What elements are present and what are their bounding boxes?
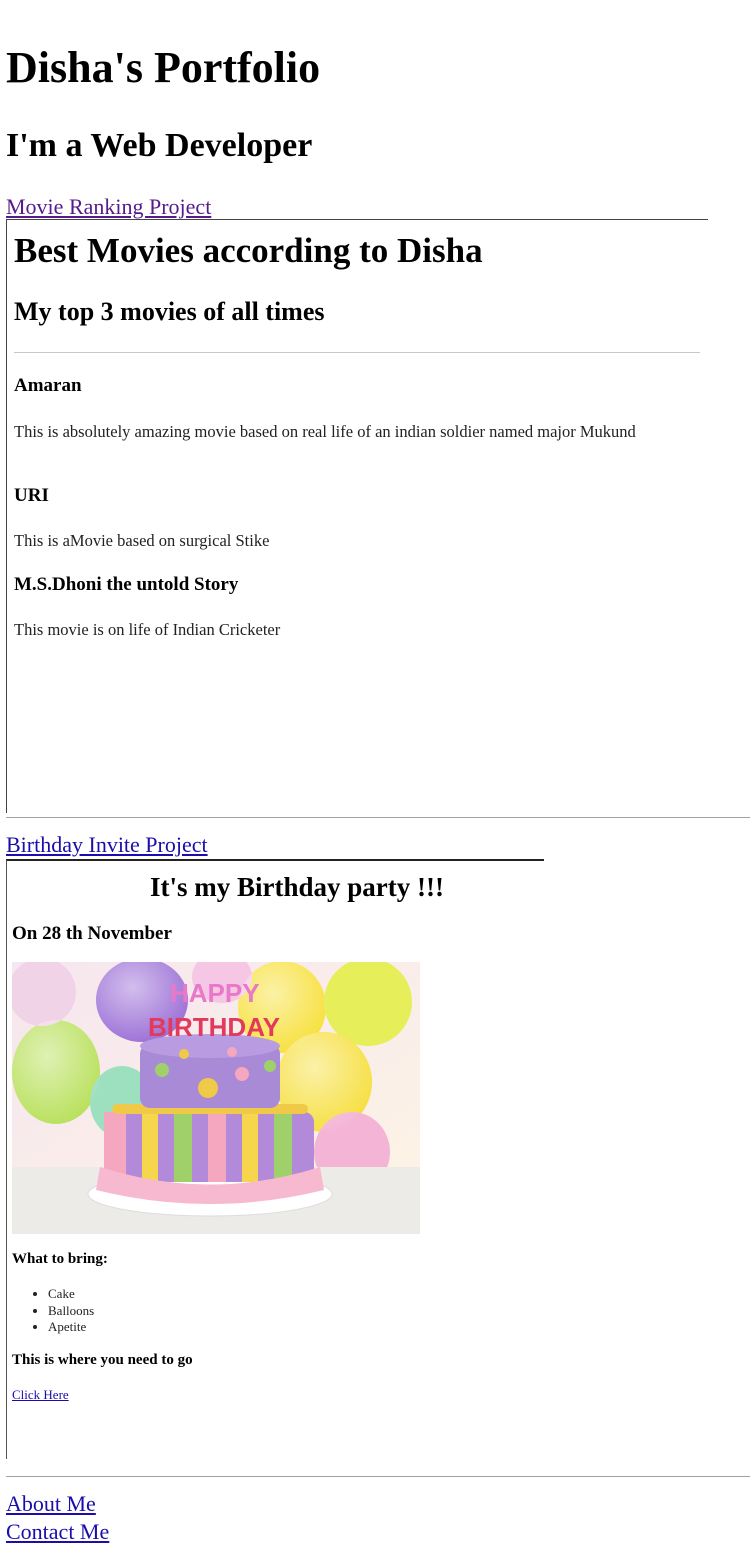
birthday-text: BIRTHDAY [148, 1012, 280, 1042]
movie-ranking-frame[interactable]: Best Movies according to Disha My top 3 … [6, 219, 708, 813]
movie-description: This is absolutely amazing movie based o… [14, 422, 636, 441]
movie-title: M.S.Dhoni the untold Story [14, 574, 239, 595]
location-heading: This is where you need to go [12, 1352, 193, 1368]
list-item: Cake [48, 1286, 94, 1303]
movie-title: URI [14, 485, 49, 506]
movie-page-subtitle: My top 3 movies of all times [14, 297, 325, 326]
page-title: Disha's Portfolio [6, 43, 321, 92]
movie-divider [14, 352, 700, 353]
birthday-invite-frame[interactable]: It's my Birthday party !!! On 28 th Nove… [6, 859, 544, 1459]
list-item: Apetite [48, 1319, 94, 1336]
birthday-invite-project-link[interactable]: Birthday Invite Project [6, 832, 208, 858]
what-to-bring-heading: What to bring: [12, 1251, 108, 1267]
birthday-cake-image: HAPPY BIRTHDAY [12, 962, 420, 1234]
bring-list: Cake Balloons Apetite [12, 1286, 94, 1336]
page-subtitle: I'm a Web Developer [6, 127, 313, 164]
location-link[interactable]: Click Here [12, 1387, 69, 1403]
movie-ranking-project-link[interactable]: Movie Ranking Project [6, 194, 211, 220]
section-divider [6, 817, 750, 818]
about-me-link[interactable]: About Me [6, 1491, 96, 1517]
footer-divider [6, 1476, 750, 1477]
movie-description: This movie is on life of Indian Crickete… [14, 620, 281, 639]
happy-text: HAPPY [170, 978, 260, 1008]
movie-description: This is aMovie based on surgical Stike [14, 531, 270, 550]
contact-me-link[interactable]: Contact Me [6, 1519, 109, 1545]
list-item: Balloons [48, 1303, 94, 1320]
birthday-date: On 28 th November [12, 923, 172, 944]
movie-title: Amaran [14, 375, 82, 396]
birthday-page-title: It's my Birthday party !!! [150, 872, 444, 902]
movie-page-title: Best Movies according to Disha [14, 231, 483, 270]
